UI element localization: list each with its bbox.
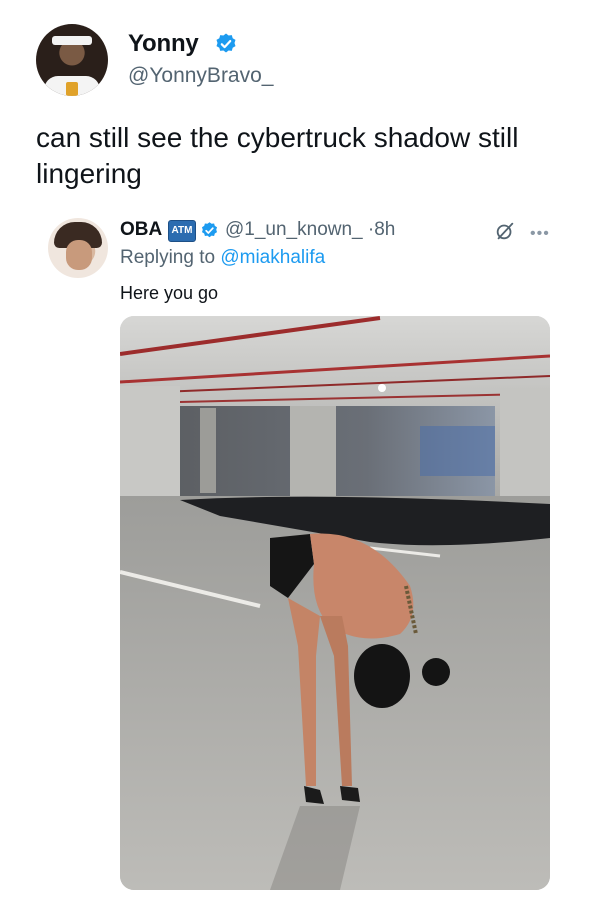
reply-author-avatar[interactable]: [48, 218, 108, 278]
more-options-icon[interactable]: •••: [530, 225, 550, 243]
garage-photo: [120, 316, 550, 890]
reply-text: Here you go: [120, 283, 219, 303]
author-handle[interactable]: @YonnyBravo_: [128, 64, 273, 88]
tweet-text: can still see the cybertruck shadow stil…: [36, 122, 519, 189]
author-avatar[interactable]: [36, 24, 108, 96]
reply-timestamp[interactable]: 8h: [374, 219, 395, 240]
replying-to: Replying to @miakhalifa: [120, 247, 325, 269]
grok-icon[interactable]: [494, 220, 516, 242]
verified-icon: [216, 33, 236, 53]
author-name[interactable]: Yonny: [128, 30, 199, 58]
affiliate-badge: ATM: [168, 220, 196, 242]
reply-author-handle[interactable]: @1_un_known_: [225, 219, 363, 240]
replying-to-mention[interactable]: @miakhalifa: [220, 247, 325, 268]
reply-meta: @1_un_known_ ·8h: [225, 219, 395, 241]
reply-media-image[interactable]: [120, 316, 550, 890]
reply-author-name[interactable]: OBA: [120, 219, 162, 241]
replying-prefix: Replying to: [120, 247, 221, 268]
reply-verified-icon: [201, 222, 218, 238]
